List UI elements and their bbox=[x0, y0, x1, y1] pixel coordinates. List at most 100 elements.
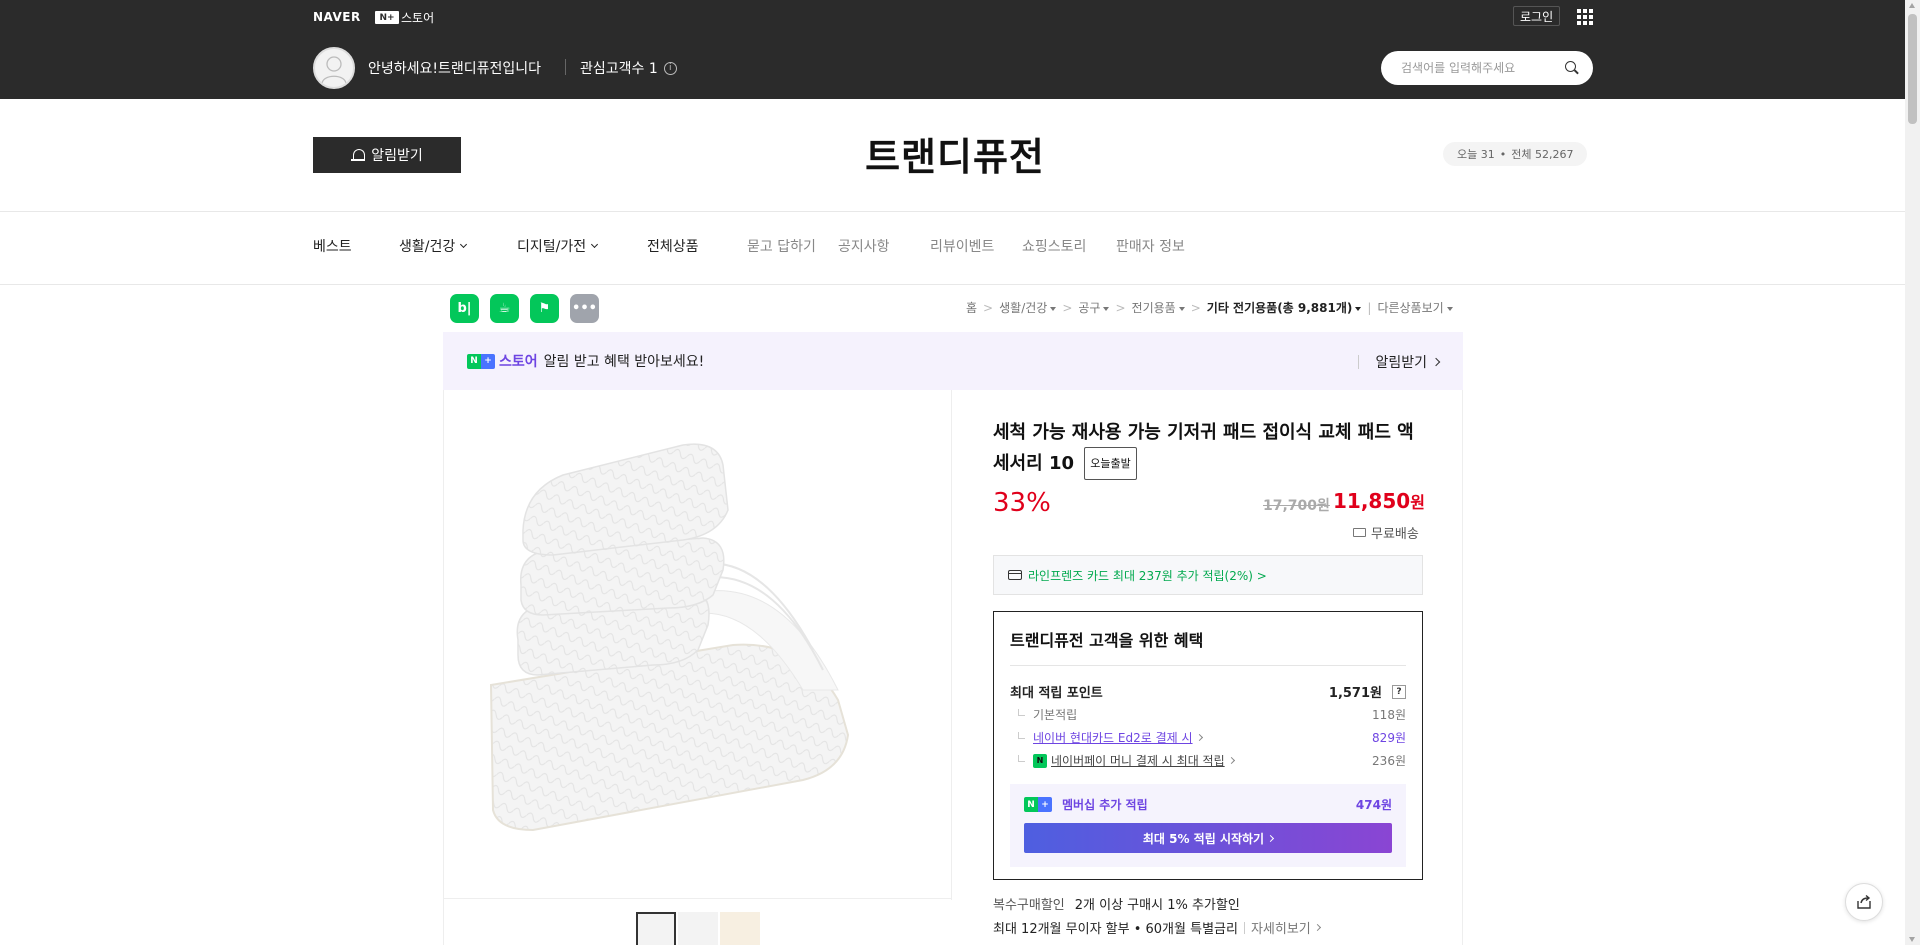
nplus-box: N+ bbox=[375, 11, 399, 24]
points-row-card: 네이버 현대카드 Ed2로 결제 시 829원 bbox=[1010, 726, 1406, 749]
chevron-down-icon bbox=[591, 240, 599, 249]
breadcrumb-label: 기타 전기용품(총 9,881개) bbox=[1206, 301, 1353, 315]
npay-icon: N bbox=[1033, 753, 1047, 768]
hyundai-card-link[interactable]: 네이버 현대카드 Ed2로 결제 시 bbox=[1033, 729, 1193, 746]
nav-item[interactable]: 생활/건강 bbox=[399, 236, 468, 256]
nav-item-label: 생활/건강 bbox=[399, 239, 456, 255]
store-title[interactable]: 트랜디퓨전 bbox=[760, 126, 1150, 181]
login-button[interactable]: 로그인 bbox=[1513, 6, 1561, 26]
nav-item[interactable]: 디지털/가전 bbox=[517, 236, 599, 256]
search-icon[interactable] bbox=[1565, 61, 1579, 75]
shipping-info: 무료배송 bbox=[1353, 523, 1419, 542]
nplus-badge: N + bbox=[1024, 797, 1052, 812]
banner-text: 알림 받고 혜택 받아보세요! bbox=[543, 354, 705, 370]
nplus-store-logo[interactable]: N+ 스토어 bbox=[375, 9, 434, 26]
banner-store-label: 스토어 bbox=[499, 354, 538, 370]
nav-item[interactable]: 판매자 정보 bbox=[1116, 236, 1185, 256]
bell-icon bbox=[351, 148, 366, 162]
search-input[interactable] bbox=[1401, 61, 1561, 75]
scroll-up-icon[interactable] bbox=[1909, 3, 1915, 8]
breadcrumb-label: 전기용품 bbox=[1131, 301, 1176, 315]
card-offer[interactable]: 라인프렌즈 카드 최대 237원 추가 적립(2%) > bbox=[993, 555, 1423, 595]
apps-grid-icon[interactable] bbox=[1577, 9, 1593, 25]
chevron-right-icon bbox=[1431, 357, 1441, 367]
more-icon[interactable]: ••• bbox=[570, 294, 599, 323]
thumbnail-2[interactable] bbox=[678, 912, 718, 945]
card-offer-text: 라인프렌즈 카드 최대 237원 추가 적립(2%) > bbox=[1028, 568, 1267, 583]
help-icon[interactable]: ? bbox=[1392, 684, 1406, 699]
divider bbox=[0, 284, 1905, 285]
top-bar: NAVER N+ 스토어 로그인 안녕하세요!트랜디퓨전입니다 관심고객수 1 … bbox=[0, 0, 1905, 99]
blog-icon[interactable]: b| bbox=[450, 294, 479, 323]
visitors-total: 전체 52,267 bbox=[1511, 148, 1574, 161]
thumbnail-3[interactable] bbox=[720, 912, 760, 945]
search-box bbox=[1381, 51, 1593, 85]
breadcrumb-label: 공구 bbox=[1078, 301, 1101, 315]
points-row-basic: 기본적립 118원 bbox=[1010, 703, 1406, 726]
more-icon-glyph: ••• bbox=[572, 301, 597, 316]
more-label: 자세히보기 bbox=[1250, 922, 1311, 937]
breadcrumb-category-1[interactable]: 생활/건강 bbox=[999, 299, 1057, 316]
thumbnail-1[interactable] bbox=[636, 912, 676, 945]
membership-start-button[interactable]: 최대 5% 적립 시작하기 bbox=[1024, 823, 1392, 853]
nav-item[interactable]: 쇼핑스토리 bbox=[1022, 236, 1086, 256]
breadcrumb-sep: | bbox=[1367, 300, 1372, 315]
nplus-badge: N + bbox=[467, 353, 495, 369]
credit-card-icon bbox=[1008, 570, 1022, 580]
store-notify-banner: N + 스토어 알림 받고 혜택 받아보세요! 알림받기 bbox=[443, 332, 1463, 390]
nav-item[interactable]: 전체상품 bbox=[647, 236, 699, 256]
breadcrumb-category-2[interactable]: 공구 bbox=[1078, 299, 1110, 316]
notify-button[interactable]: 알림받기 bbox=[313, 137, 461, 173]
breadcrumb: 홈 > 생활/건강 > 공구 > 전기용품 > 기타 전기용품(총 9,881개… bbox=[966, 299, 1453, 316]
nav-item[interactable]: 리뷰이벤트 bbox=[930, 236, 994, 256]
nav-item[interactable]: 베스트 bbox=[313, 236, 352, 256]
blog-icon-glyph: b| bbox=[457, 301, 472, 316]
badge-plus: + bbox=[481, 353, 495, 369]
nav-item[interactable]: 공지사항 bbox=[838, 236, 890, 256]
membership-box: N + 멤버십 추가 적립 474원 최대 5% 적립 시작하기 bbox=[1010, 784, 1406, 867]
membership-row: N + 멤버십 추가 적립 474원 bbox=[1024, 796, 1392, 813]
chevron-right-icon bbox=[1227, 756, 1235, 765]
page-scrollbar[interactable] bbox=[1905, 0, 1920, 945]
benefit-heading: 트랜디퓨전 고객을 위한 혜택 bbox=[1010, 631, 1204, 650]
nav-item-label: 공지사항 bbox=[838, 239, 890, 255]
product-image[interactable] bbox=[443, 390, 952, 900]
npay-money-link[interactable]: 네이버페이 머니 결제 시 최대 적립 bbox=[1051, 752, 1225, 769]
bookmark-icon[interactable]: ⚑ bbox=[530, 294, 559, 323]
nplus-store-label: 스토어 bbox=[401, 11, 435, 25]
installment-info: 최대 12개월 무이자 할부 • 60개월 특별금리 자세히보기 bbox=[993, 918, 1321, 937]
points-row-value: 236원 bbox=[1372, 754, 1406, 768]
visitors-dot: • bbox=[1499, 147, 1507, 161]
breadcrumb-category-3[interactable]: 전기용품 bbox=[1132, 299, 1185, 316]
max-points-label: 최대 적립 포인트 bbox=[1010, 686, 1103, 701]
banner-notify-link[interactable]: 알림받기 bbox=[1358, 352, 1441, 372]
breadcrumb-home[interactable]: 홈 bbox=[966, 299, 977, 316]
caret-down-icon bbox=[1355, 306, 1362, 311]
benefit-box: 트랜디퓨전 고객을 위한 혜택 최대 적립 포인트 1,571원? 기본적립 1… bbox=[993, 611, 1423, 880]
installment-more-link[interactable]: 자세히보기 bbox=[1250, 918, 1321, 937]
breadcrumb-sep: > bbox=[1115, 300, 1126, 315]
nav-item[interactable]: 묻고 답하기 bbox=[747, 236, 816, 256]
naver-logo[interactable]: NAVER bbox=[313, 10, 361, 24]
divider bbox=[1243, 921, 1245, 934]
share-button[interactable] bbox=[1845, 883, 1883, 921]
max-points-value: 1,571원 bbox=[1328, 686, 1382, 701]
scroll-thumb[interactable] bbox=[1908, 14, 1917, 124]
store-avatar[interactable] bbox=[313, 47, 355, 89]
breadcrumb-sep: > bbox=[983, 300, 994, 315]
points-row-value: 118원 bbox=[1372, 708, 1406, 722]
caret-down-icon bbox=[1050, 306, 1057, 311]
breadcrumb-sep: > bbox=[1190, 300, 1201, 315]
tree-branch-icon bbox=[1018, 755, 1025, 762]
fans-label: 관심고객수 1 bbox=[580, 61, 658, 77]
banner-notify-label: 알림받기 bbox=[1375, 355, 1427, 371]
bulk-text: 2개 이상 구매시 1% 추가할인 bbox=[1074, 898, 1240, 913]
cafe-icon[interactable]: ☕ bbox=[490, 294, 519, 323]
breadcrumb-sep: > bbox=[1062, 300, 1073, 315]
sale-price-number: 11,850 bbox=[1333, 489, 1411, 513]
info-icon[interactable]: i bbox=[663, 61, 677, 75]
scroll-down-icon[interactable] bbox=[1909, 937, 1915, 942]
breadcrumb-category-4[interactable]: 기타 전기용품(총 9,881개) bbox=[1207, 299, 1362, 316]
other-products-link[interactable]: 다른상품보기 bbox=[1377, 299, 1453, 316]
nav-item-label: 베스트 bbox=[313, 239, 352, 255]
